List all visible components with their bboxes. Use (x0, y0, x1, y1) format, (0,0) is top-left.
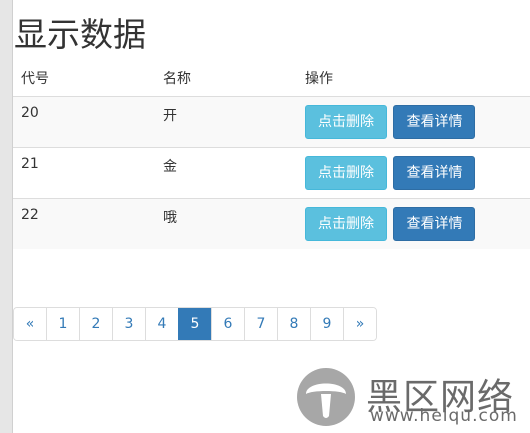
left-edge-panel (0, 0, 12, 433)
page-8-link[interactable]: 8 (277, 308, 310, 340)
data-table: 代号 名称 操作 20 开 点击删除 查看详情 21 金 点击删除 查看详情 2… (13, 58, 530, 249)
cell-actions: 点击删除 查看详情 (297, 147, 530, 199)
view-details-button[interactable]: 查看详情 (393, 105, 476, 139)
page-4-link[interactable]: 4 (145, 308, 178, 340)
pagination: « 1 2 3 4 5 6 7 8 9 » (13, 307, 377, 341)
table-row: 21 金 点击删除 查看详情 (13, 147, 530, 199)
table-row: 22 哦 点击删除 查看详情 (13, 198, 530, 249)
page-2-link[interactable]: 2 (79, 308, 112, 340)
table-header-row: 代号 名称 操作 (13, 58, 530, 97)
cell-code: 22 (13, 198, 155, 249)
page-9-link[interactable]: 9 (310, 308, 343, 340)
page-5-link-active[interactable]: 5 (178, 308, 211, 340)
view-details-button[interactable]: 查看详情 (393, 156, 476, 190)
pagination-prev[interactable]: « (14, 308, 46, 340)
cell-name: 金 (155, 147, 297, 199)
page-1-link[interactable]: 1 (46, 308, 79, 340)
mushroom-logo-icon (297, 368, 355, 426)
page-7-link[interactable]: 7 (244, 308, 277, 340)
delete-button[interactable]: 点击删除 (305, 207, 387, 241)
pagination-next[interactable]: » (343, 308, 376, 340)
cell-name: 开 (155, 96, 297, 148)
page-title: 显示数据 (14, 15, 146, 54)
column-header-actions: 操作 (297, 58, 530, 97)
cell-name: 哦 (155, 198, 297, 249)
column-header-code: 代号 (13, 58, 155, 97)
cell-code: 20 (13, 96, 155, 148)
cell-actions: 点击删除 查看详情 (297, 96, 530, 148)
table-row: 20 开 点击删除 查看详情 (13, 96, 530, 148)
view-details-button[interactable]: 查看详情 (393, 207, 476, 241)
column-header-name: 名称 (155, 58, 297, 97)
page-3-link[interactable]: 3 (112, 308, 145, 340)
cell-code: 21 (13, 147, 155, 199)
cell-actions: 点击删除 查看详情 (297, 198, 530, 249)
data-table-container: 代号 名称 操作 20 开 点击删除 查看详情 21 金 点击删除 查看详情 2… (13, 58, 530, 249)
delete-button[interactable]: 点击删除 (305, 156, 387, 190)
watermark-url: www.heiqu.com (370, 406, 518, 426)
watermark: 黑区网络 www.heiqu.com (296, 366, 526, 428)
page-6-link[interactable]: 6 (211, 308, 244, 340)
delete-button[interactable]: 点击删除 (305, 105, 387, 139)
